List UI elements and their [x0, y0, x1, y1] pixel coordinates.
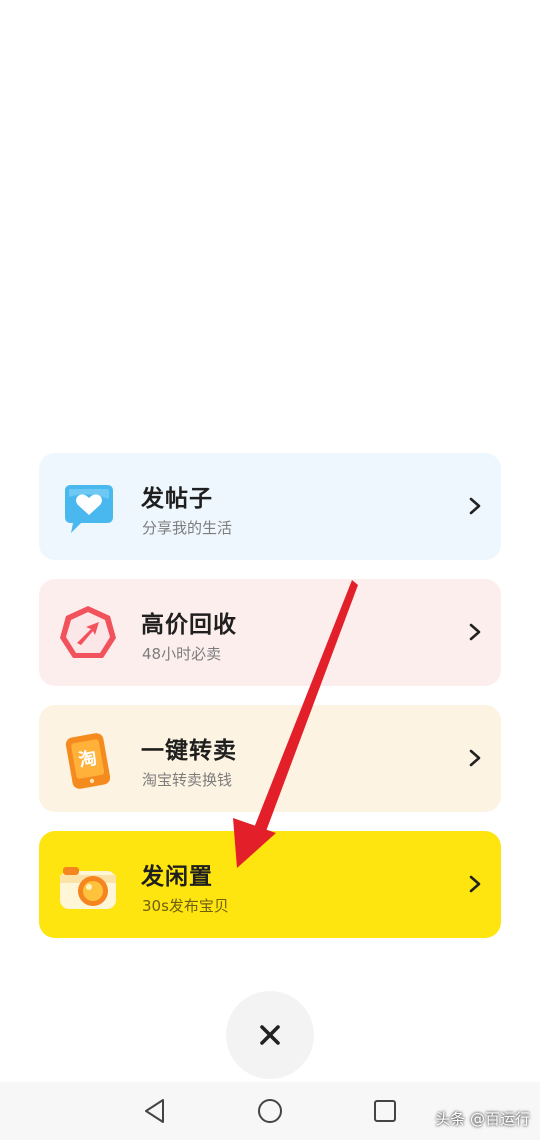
- card-subtitle: 30s发布宝贝: [142, 897, 229, 915]
- card-subtitle: 淘宝转卖换钱: [142, 771, 233, 789]
- chevron-right-icon: [469, 875, 481, 893]
- chevron-right-icon: [469, 623, 481, 641]
- idle-card[interactable]: 发闲置 30s发布宝贝: [39, 831, 501, 938]
- camera-icon: [60, 867, 116, 909]
- card-title: 发闲置: [141, 864, 213, 890]
- card-subtitle: 分享我的生活: [142, 519, 233, 537]
- home-circle-icon[interactable]: [255, 1096, 285, 1126]
- chevron-right-icon: [469, 749, 481, 767]
- card-title: 一键转卖: [141, 738, 237, 764]
- recents-square-icon[interactable]: [370, 1096, 400, 1126]
- publish-menu: 发帖子 分享我的生活 高价回收 48小时必卖 淘 一键转卖 淘宝转卖换钱 发闲置…: [39, 453, 501, 957]
- back-triangle-icon[interactable]: [140, 1096, 170, 1126]
- recycle-arrow-icon: [60, 606, 116, 658]
- post-card[interactable]: 发帖子 分享我的生活: [39, 453, 501, 560]
- card-title: 发帖子: [141, 486, 213, 512]
- card-subtitle: 48小时必卖: [142, 645, 222, 663]
- resell-card[interactable]: 淘 一键转卖 淘宝转卖换钱: [39, 705, 501, 812]
- recycle-card[interactable]: 高价回收 48小时必卖: [39, 579, 501, 686]
- close-icon: [260, 1025, 280, 1045]
- watermark: 头条 @百运行: [435, 1110, 530, 1128]
- card-title: 高价回收: [141, 612, 237, 638]
- svg-text:淘: 淘: [77, 747, 99, 772]
- close-button[interactable]: [226, 991, 314, 1079]
- heart-bubble-icon: [65, 485, 113, 533]
- chevron-right-icon: [469, 497, 481, 515]
- taobao-phone-icon: 淘: [65, 733, 111, 789]
